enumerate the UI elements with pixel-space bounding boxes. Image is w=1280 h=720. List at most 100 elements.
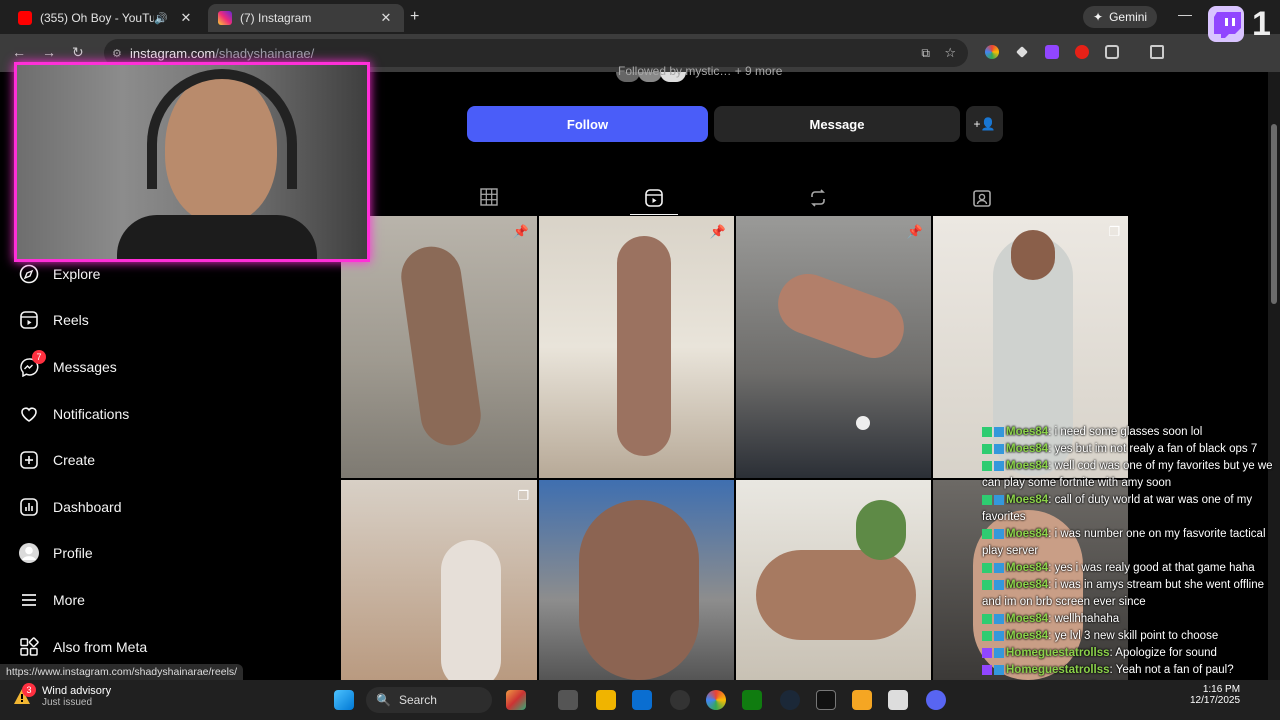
gemini-button[interactable]: ✦ Gemini — [1083, 6, 1158, 28]
file-explorer-icon[interactable] — [596, 690, 616, 710]
streamer-body — [117, 215, 317, 259]
sidebar-item-also-from-meta[interactable]: Also from Meta — [18, 633, 147, 661]
twitch-extension-icon[interactable] — [1045, 45, 1059, 59]
reel-thumbnail[interactable] — [736, 480, 931, 680]
rockstar-icon[interactable] — [852, 690, 872, 710]
chat-username[interactable]: Homeguestatrollss — [1006, 647, 1110, 659]
chrome-icon[interactable] — [706, 690, 726, 710]
followed-by-text[interactable]: Followed by mystic… + 9 more — [618, 64, 782, 78]
tab-posts[interactable] — [480, 188, 500, 208]
chat-username[interactable]: Moes84 — [1006, 443, 1048, 455]
tab-instagram[interactable]: (7) Instagram ✕ — [208, 4, 404, 32]
tab-tagged[interactable] — [972, 188, 992, 208]
weather-title: Wind advisory — [42, 685, 112, 697]
new-tab-icon[interactable]: + — [410, 8, 419, 26]
instagram-icon — [218, 11, 232, 25]
bookmark-star-icon[interactable]: ☆ — [944, 45, 956, 61]
system-clock[interactable]: 1:16 PM 12/17/2025 — [1190, 684, 1240, 706]
chat-username[interactable]: Moes84 — [1006, 562, 1048, 574]
chat-message: Homeguestatrollss: Apologize for sound — [982, 645, 1280, 662]
task-view-icon[interactable] — [558, 690, 578, 710]
messenger-icon: 7 — [18, 350, 46, 378]
store-icon[interactable] — [632, 690, 652, 710]
reels-icon — [645, 189, 663, 207]
reel-thumbnail[interactable]: 📌 — [341, 216, 537, 478]
extension-icon[interactable] — [1075, 45, 1089, 59]
reload-icon[interactable]: ↻ — [72, 44, 84, 61]
site-info-icon[interactable]: ⚙ — [112, 47, 122, 60]
windows-start-icon[interactable] — [334, 690, 354, 710]
chat-message: Moes84: yes but im not realy a fan of bl… — [982, 441, 1280, 458]
pin-icon: 📌 — [512, 224, 529, 239]
split-view-icon[interactable] — [1150, 45, 1164, 59]
chat-text: : i need some glasses soon lol — [1048, 426, 1203, 438]
sidebar-item-dashboard[interactable]: Dashboard — [18, 493, 122, 521]
chat-username[interactable]: Moes84 — [1006, 579, 1048, 591]
chat-username[interactable]: Moes84 — [1006, 613, 1048, 625]
close-tab-icon[interactable]: ✕ — [178, 10, 194, 26]
sidebar-item-more[interactable]: More — [18, 586, 85, 614]
chat-username[interactable]: Moes84 — [1006, 528, 1048, 540]
chat-message: Moes84: ye lvl 3 new skill point to choo… — [982, 628, 1280, 645]
chat-username[interactable]: Moes84 — [1006, 494, 1048, 506]
reels-icon — [18, 309, 40, 331]
unread-badge: 7 — [32, 350, 46, 364]
cast-icon[interactable]: ⧉ — [921, 46, 930, 61]
url-path: /shadyshainarae/ — [215, 45, 315, 61]
tab-youtube[interactable]: (355) Oh Boy - YouTube 🔊 ✕ — [8, 4, 204, 32]
discord-icon[interactable] — [926, 690, 946, 710]
forward-icon[interactable]: → — [42, 44, 56, 60]
chat-username[interactable]: Moes84 — [1006, 460, 1048, 472]
steam-icon[interactable] — [780, 690, 800, 710]
stream-chat-overlay: Moes84: i need some glasses soon lol Moes… — [982, 424, 1280, 696]
chat-text: : wellhhahaha — [1048, 613, 1120, 625]
scrollbar-thumb[interactable] — [1271, 124, 1277, 304]
multi-post-icon: ❐ — [517, 488, 529, 503]
widget-app-icon[interactable] — [506, 690, 526, 710]
status-bar-url: https://www.instagram.com/shadyshainarae… — [0, 664, 244, 680]
7zip-icon[interactable] — [888, 690, 908, 710]
chat-username[interactable]: Homeguestatrollss — [1006, 664, 1110, 676]
sidebar-item-label: Explore — [53, 266, 101, 282]
back-icon[interactable]: ← — [12, 44, 26, 60]
sidebar-item-create[interactable]: Create — [18, 446, 95, 474]
xbox-icon[interactable] — [742, 690, 762, 710]
speaker-icon[interactable]: 🔊 — [154, 12, 168, 25]
taskbar-search[interactable]: 🔍 Search — [366, 687, 492, 713]
sidebar-item-label: Also from Meta — [53, 639, 148, 655]
browser-tabbar: (355) Oh Boy - YouTube 🔊 ✕ (7) Instagram… — [0, 0, 1280, 34]
reel-thumbnail[interactable]: ❐ — [341, 480, 537, 680]
sidebar-item-explore[interactable]: Explore — [18, 260, 100, 288]
chat-badge-icon — [982, 460, 992, 471]
gemini-label: Gemini — [1109, 10, 1148, 24]
windows-taskbar: 3 Wind advisory Just issued 🔍 Search 1:1… — [0, 680, 1280, 720]
twitch-overlay-number: 1 — [1252, 5, 1271, 43]
sidebar-item-label: Notifications — [53, 406, 130, 422]
extension-icon[interactable] — [1016, 46, 1028, 58]
epic-icon[interactable] — [816, 690, 836, 710]
sidebar-item-reels[interactable]: Reels — [18, 306, 89, 334]
tab-reels[interactable] — [630, 188, 678, 215]
chat-badge-icon — [994, 528, 1004, 539]
chat-username[interactable]: Moes84 — [1006, 630, 1048, 642]
reel-thumbnail[interactable] — [539, 480, 734, 680]
app-icon[interactable] — [670, 690, 690, 710]
puzzle-icon[interactable] — [1105, 45, 1119, 59]
chat-username[interactable]: Moes84 — [1006, 426, 1048, 438]
message-button[interactable]: Message — [714, 106, 960, 142]
sidebar-item-notifications[interactable]: Notifications — [18, 400, 129, 428]
multi-post-icon: ❐ — [1108, 224, 1120, 239]
weather-widget[interactable]: 3 Wind advisory Just issued — [12, 682, 112, 708]
tab-reposts[interactable] — [808, 188, 828, 208]
sidebar-item-messages[interactable]: 7 Messages — [18, 350, 117, 381]
extension-icon[interactable] — [985, 45, 999, 59]
sidebar-item-profile[interactable]: Profile — [18, 539, 93, 567]
add-user-icon: +👤 — [973, 117, 996, 131]
minimize-icon[interactable]: — — [1178, 6, 1192, 22]
suggested-users-button[interactable]: +👤 — [966, 106, 1003, 142]
chat-text: : ye lvl 3 new skill point to choose — [1048, 630, 1219, 642]
reel-thumbnail[interactable]: 📌 — [539, 216, 734, 478]
close-tab-icon[interactable]: ✕ — [378, 10, 394, 26]
reel-thumbnail[interactable]: 📌 — [736, 216, 931, 478]
follow-button[interactable]: Follow — [467, 106, 708, 142]
